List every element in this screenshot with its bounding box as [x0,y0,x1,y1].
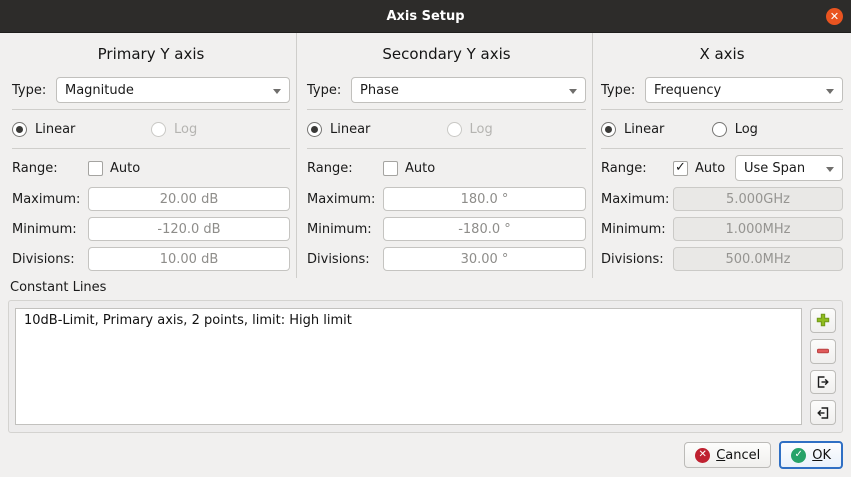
combobox-value: Frequency [654,83,721,98]
export-button[interactable] [810,370,836,395]
remove-button[interactable] [810,339,836,364]
constant-lines-label: Constant Lines [0,278,851,300]
maximum-label: Maximum: [12,192,88,207]
x-axis-panel: X axis Type: Frequency Linear Log [593,33,851,278]
minimum-label: Minimum: [307,222,383,237]
maximum-label: Maximum: [601,192,673,207]
constant-lines-list[interactable]: 10dB-Limit, Primary axis, 2 points, limi… [15,308,802,425]
separator [12,109,290,110]
radio-label: Log [735,122,758,137]
linear-radio-x[interactable]: Linear [601,122,712,137]
minimum-label: Minimum: [12,222,88,237]
type-combobox-x[interactable]: Frequency [645,77,843,103]
radio-icon [447,122,462,137]
panel-title: X axis [601,41,843,67]
chevron-down-icon [826,89,834,94]
type-combobox-secondary[interactable]: Phase [351,77,586,103]
cancel-button[interactable]: ✕ Cancel [684,442,771,468]
separator [307,109,586,110]
auto-label: Auto [695,161,725,176]
type-combobox-primary[interactable]: Magnitude [56,77,290,103]
primary-y-axis-panel: Primary Y axis Type: Magnitude Linear Lo… [0,33,297,278]
import-button[interactable] [810,400,836,425]
range-label: Range: [12,161,88,176]
radio-icon[interactable] [601,122,616,137]
type-label: Type: [307,83,351,98]
maximum-input-x [673,187,843,211]
type-label: Type: [12,83,56,98]
maximum-input-primary[interactable] [88,187,290,211]
maximum-label: Maximum: [307,192,383,207]
cancel-x-icon: ✕ [695,448,710,463]
titlebar: Axis Setup ✕ [0,0,851,33]
auto-checkbox-x[interactable] [673,161,688,176]
divisions-input-x [673,247,843,271]
combobox-value: Magnitude [65,83,134,98]
separator [12,148,290,149]
chevron-down-icon [569,89,577,94]
radio-icon[interactable] [12,122,27,137]
radio-icon[interactable] [712,122,727,137]
radio-label: Log [174,122,197,137]
log-radio-primary: Log [151,122,290,137]
span-combobox[interactable]: Use Span [735,155,843,181]
maximum-input-secondary[interactable] [383,187,586,211]
separator [601,148,843,149]
chevron-down-icon [826,167,834,172]
combobox-value: Phase [360,83,399,98]
axis-columns: Primary Y axis Type: Magnitude Linear Lo… [0,33,851,278]
radio-label: Log [470,122,493,137]
axis-setup-dialog: Axis Setup ✕ Primary Y axis Type: Magnit… [0,0,851,477]
panel-title: Primary Y axis [12,41,290,67]
dialog-title: Axis Setup [386,9,464,24]
log-radio-x[interactable]: Log [712,122,843,137]
import-icon [815,405,831,421]
range-label: Range: [601,161,673,176]
auto-checkbox-secondary[interactable] [383,161,398,176]
chevron-down-icon [273,89,281,94]
minus-icon [815,343,831,359]
list-item[interactable]: 10dB-Limit, Primary axis, 2 points, limi… [16,309,801,332]
separator [307,148,586,149]
export-icon [815,374,831,390]
divisions-label: Divisions: [307,252,383,267]
ok-button[interactable]: ✓ OK [779,441,843,469]
auto-label: Auto [110,161,140,176]
divisions-input-primary[interactable] [88,247,290,271]
divisions-label: Divisions: [12,252,88,267]
combobox-value: Use Span [744,161,805,176]
radio-icon [151,122,166,137]
type-label: Type: [601,83,645,98]
radio-label: Linear [330,122,370,137]
radio-label: Linear [35,122,75,137]
linear-radio-primary[interactable]: Linear [12,122,151,137]
add-button[interactable] [810,308,836,333]
minimum-input-secondary[interactable] [383,217,586,241]
dialog-footer: ✕ Cancel ✓ OK [0,433,851,477]
cancel-label: Cancel [716,448,760,463]
constant-lines-groupbox: 10dB-Limit, Primary axis, 2 points, limi… [8,300,843,433]
separator [601,109,843,110]
range-label: Range: [307,161,383,176]
radio-label: Linear [624,122,664,137]
log-radio-secondary: Log [447,122,587,137]
plus-icon [815,312,831,328]
auto-checkbox-primary[interactable] [88,161,103,176]
divisions-label: Divisions: [601,252,673,267]
minimum-input-x [673,217,843,241]
secondary-y-axis-panel: Secondary Y axis Type: Phase Linear Log [297,33,593,278]
check-icon: ✓ [791,448,806,463]
radio-icon[interactable] [307,122,322,137]
constant-lines-buttons [802,308,836,425]
panel-title: Secondary Y axis [307,41,586,67]
close-icon[interactable]: ✕ [826,8,843,25]
ok-label: OK [812,448,831,463]
divisions-input-secondary[interactable] [383,247,586,271]
linear-radio-secondary[interactable]: Linear [307,122,447,137]
minimum-label: Minimum: [601,222,673,237]
minimum-input-primary[interactable] [88,217,290,241]
auto-label: Auto [405,161,435,176]
